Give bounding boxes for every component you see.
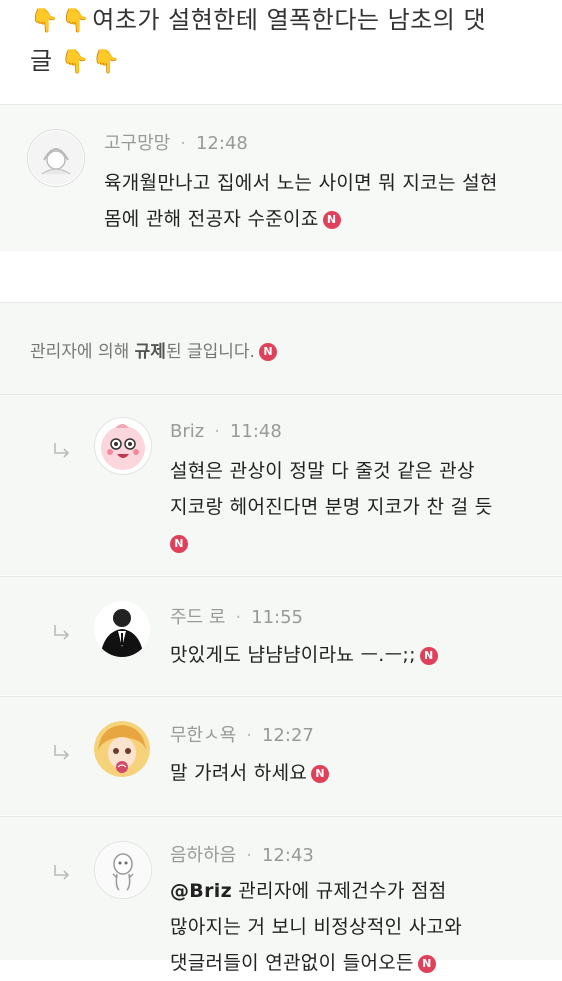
reply-item: Briz · 11:48 설현은 관상이 정말 다 줄것 같은 관상 지코랑 헤어진… xyxy=(0,394,562,575)
avatar-illustration xyxy=(29,131,83,185)
reply-time: 11:55 xyxy=(251,607,304,628)
reply-author[interactable]: 무한ㅅ욕 xyxy=(170,725,236,746)
avatar-illustration xyxy=(101,424,145,470)
post-title-line1: 여초가 설현한테 열폭한다는 남초의 댓 xyxy=(92,6,487,34)
reply-arrow-icon xyxy=(54,745,70,760)
reply-text: @Briz 관리자에 규제건수가 점점 많아지는 거 보니 비정상적인 사고와 … xyxy=(170,873,462,981)
avatar[interactable] xyxy=(94,721,150,777)
reply-text-line: 말 가려서 하세요 xyxy=(170,762,308,784)
avatar[interactable] xyxy=(94,601,150,657)
post-title: 👇👇여초가 설현한테 열폭한다는 남초의 댓 글 👇👇 xyxy=(30,0,540,82)
reply-text-line: 관리자에 규제건수가 점점 xyxy=(238,880,447,902)
pointing-down-hand-icon: 👇 xyxy=(30,8,60,34)
reply-item: 무한ㅅ욕 · 12:27 말 가려서 하세요 N xyxy=(0,696,562,815)
comment-author[interactable]: 고구망망 xyxy=(104,133,170,154)
reply-item: 주드 로 · 11:55 맛있게도 냠냠냠이라뇨 ㅡ.ㅡ;; N xyxy=(0,576,562,695)
reply-meta: 주드 로 · 11:55 xyxy=(170,607,304,628)
new-badge-icon: N xyxy=(322,210,341,229)
reply-text-line: 댓글러들이 연관없이 들어오든 xyxy=(170,952,414,974)
new-badge-icon: N xyxy=(258,343,277,361)
new-badge-icon: N xyxy=(417,954,436,973)
avatar[interactable] xyxy=(94,417,152,475)
new-badge-icon: N xyxy=(170,534,188,553)
reply-author[interactable]: 주드 로 xyxy=(170,607,225,628)
avatar-illustration xyxy=(94,721,150,777)
reply-text-line: 설현은 관상이 정말 다 줄것 같은 관상 xyxy=(170,460,475,482)
avatar-illustration xyxy=(96,843,150,897)
pointing-down-hand-icon: 👇 xyxy=(60,49,90,75)
avatar[interactable] xyxy=(27,129,85,187)
reply-arrow-icon xyxy=(54,865,70,880)
comment-text-line: 육개월만나고 집에서 노는 사이면 뭐 지코는 설현 xyxy=(104,172,498,194)
avatar-illustration xyxy=(95,602,149,657)
reply-meta: Briz · 11:48 xyxy=(170,421,282,442)
reply-author[interactable]: 음하하음 xyxy=(170,845,236,866)
reply-text: 말 가려서 하세요 N xyxy=(170,755,330,791)
comment-time: 12:48 xyxy=(195,133,248,154)
comment-text-line: 몸에 관해 전공자 수준이죠 xyxy=(104,208,319,230)
reply-arrow-icon xyxy=(54,625,70,640)
pointing-down-hand-icon: 👇 xyxy=(61,8,91,34)
comment-meta: 고구망망 · 12:48 xyxy=(104,133,248,154)
avatar[interactable] xyxy=(94,841,152,899)
reply-meta: 음하하음 · 12:43 xyxy=(170,845,314,866)
new-badge-icon: N xyxy=(311,764,330,783)
reply-time: 12:27 xyxy=(261,725,314,746)
reply-author[interactable]: Briz xyxy=(170,421,204,442)
mention-link[interactable]: @Briz xyxy=(170,880,232,902)
reply-text-line: 많아지는 거 보니 비정상적인 사고와 xyxy=(170,916,463,938)
pointing-down-hand-icon: 👇 xyxy=(91,49,122,75)
new-badge-icon: N xyxy=(419,646,438,665)
reply-item: 음하하음 · 12:43 @Briz 관리자에 규제건수가 점점 많아지는 거 보니… xyxy=(0,816,562,974)
reply-text-line: 맛있게도 냠냠냠이라뇨 ㅡ.ㅡ;; xyxy=(170,644,416,666)
admin-notice-text: 관리자에 의해 규제된 글입니다. N xyxy=(30,337,277,362)
comment-text: 육개월만나고 집에서 노는 사이면 뭐 지코는 설현 몸에 관해 전공자 수준이… xyxy=(104,165,498,237)
reply-time: 12:43 xyxy=(261,845,314,866)
reply-arrow-icon xyxy=(54,443,70,458)
reply-text: 설현은 관상이 정말 다 줄것 같은 관상 지코랑 헤어진다면 분명 지코가 찬… xyxy=(170,453,493,561)
comment-item: 고구망망 · 12:48 육개월만나고 집에서 노는 사이면 뭐 지코는 설현 몸에… xyxy=(0,104,562,251)
admin-removed-notice: 관리자에 의해 규제된 글입니다. N xyxy=(0,302,562,395)
reply-meta: 무한ㅅ욕 · 12:27 xyxy=(170,725,314,746)
reply-time: 11:48 xyxy=(229,421,282,442)
reply-text: 맛있게도 냠냠냠이라뇨 ㅡ.ㅡ;; N xyxy=(170,637,438,673)
reply-text-line: 지코랑 헤어진다면 분명 지코가 찬 걸 듯 xyxy=(170,496,493,518)
post-title-line2: 글 xyxy=(30,47,53,75)
